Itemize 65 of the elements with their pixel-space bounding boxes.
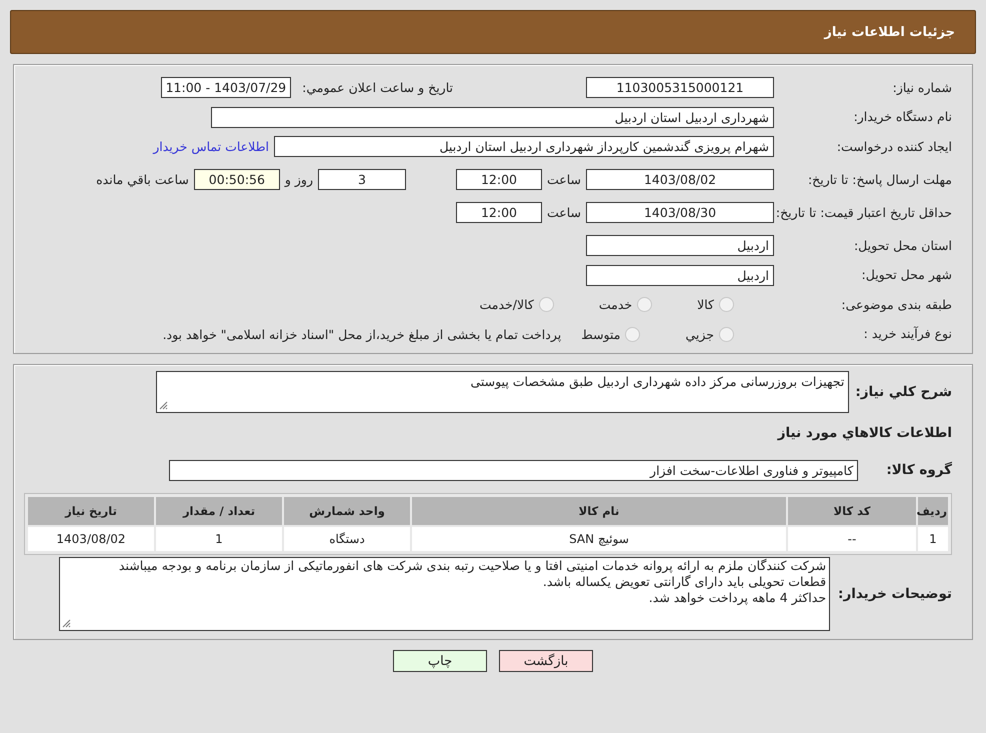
field-label: ایجاد کننده درخواست: (836, 138, 952, 154)
column-header: نام کالا (412, 497, 786, 525)
radio-button[interactable] (719, 326, 734, 342)
table-cell: سوئیچ SAN (412, 527, 786, 551)
field-label: تاريخ و ساعت اعلان عمومي: (301, 80, 454, 95)
field-label: مهلت ارسال پاسخ: تا تاریخ: (806, 172, 952, 188)
print-button[interactable]: چاپ (393, 650, 487, 672)
field-label: گروه کالا: (886, 462, 952, 478)
date-field: 1403/08/02 (586, 169, 774, 190)
page-title: جزئیات اطلاعات نیاز (824, 24, 955, 40)
city-field: اردبیل (586, 264, 774, 286)
field-label: طبقه بندی موضوعی: (840, 296, 952, 312)
note-line: حداکثر 4 ماهه پرداخت خواهد شد. (648, 590, 826, 606)
field-label: حداقل تاریخ اعتبار قیمت: تا تاریخ: (774, 204, 952, 220)
need-summary-box[interactable]: تجهیزات بروزرسانی مرکز داده شهرداری اردبیل طبق مشخصات پیوستی (156, 371, 850, 413)
column-header: کد کالا (788, 497, 916, 525)
column-header: واحد شمارش (284, 497, 410, 525)
time-field: 12:00 (456, 202, 542, 223)
column-header: رديف (918, 497, 948, 525)
radio-button[interactable] (637, 297, 652, 312)
table-cell: 1 (156, 527, 282, 551)
radio-label: متوسط (580, 326, 622, 342)
time-field: 12:00 (456, 169, 542, 190)
field-label: نوع فرآیند خرید : (862, 326, 952, 342)
radio-label: کالا/خدمت (478, 297, 535, 312)
payment-note: پرداخت تمام یا بخشی از مبلغ خرید،از محل "اسناد خزانه اسلامی" خواهد بود. (162, 326, 562, 342)
resize-grip-icon[interactable] (62, 619, 72, 628)
radio-button[interactable] (538, 297, 554, 312)
requester-field: شهرام پرویزی گندشمین کارپرداز شهرداری اردبیل استان اردبیل (274, 136, 774, 157)
radio-label: خدمت (598, 297, 634, 312)
buyer-org-field: شهرداری اردبیل استان اردبیل (211, 106, 774, 128)
remaining-time-field: 00:50:56 (194, 169, 280, 190)
radio-label: کالا (696, 297, 715, 312)
buyer-contact-link[interactable]: اطلاعات تماس خریدار (148, 139, 274, 154)
table-cell: 1403/08/02 (28, 527, 154, 551)
province-field: اردبیل (586, 235, 774, 256)
radio-label: جزيي (684, 326, 715, 342)
radio-button[interactable] (625, 326, 640, 342)
field-label: شهر محل تحویل: (860, 267, 952, 283)
column-header: تعداد / مقدار (156, 497, 282, 525)
time-label: ساعت (546, 205, 582, 220)
table-cell: دستگاه (284, 527, 410, 551)
need-number-field: 1103005315000121 (586, 77, 774, 98)
announce-date-field: 1403/07/29 - 11:00 (160, 77, 292, 98)
resize-grip-icon[interactable] (159, 401, 168, 410)
goods-group-field: کامپیوتر و فناوری اطلاعات-سخت افزار (169, 460, 858, 480)
table-cell: -- (788, 527, 916, 551)
note-line: قطعات تحویلی باید دارای گارانتی تعویض یکساله باشد. (542, 574, 826, 590)
remaining-label: ساعت باقي مانده (95, 172, 190, 187)
column-header: تاريخ نياز (28, 497, 154, 525)
field-label: شرح کلي نياز: (855, 384, 952, 400)
field-label: شماره نیاز: (892, 80, 952, 96)
buyer-notes-box[interactable] (59, 557, 830, 631)
table-cell: 1 (918, 527, 948, 551)
days-label: روز و (283, 172, 314, 187)
radio-button[interactable] (719, 297, 734, 312)
field-label: توضیحات خریدار: (838, 586, 952, 602)
section-heading: اطلاعات کالاهاي مورد نياز (778, 425, 952, 441)
days-field: 3 (318, 169, 406, 190)
field-label: استان محل تحویل: (852, 238, 952, 254)
time-label: ساعت (546, 172, 582, 187)
date-field: 1403/08/30 (586, 202, 774, 223)
back-button[interactable]: بازگشت (499, 650, 593, 672)
note-line: شرکت کنندگان ملزم به ارائه پروانه خدمات امنیتی افتا و یا صلاحیت رتبه بندی شرکت های انفورماتیکی از سازمان برنامه و بودجه میباشند (118, 558, 826, 574)
field-label: نام دستگاه خریدار: (852, 109, 952, 125)
